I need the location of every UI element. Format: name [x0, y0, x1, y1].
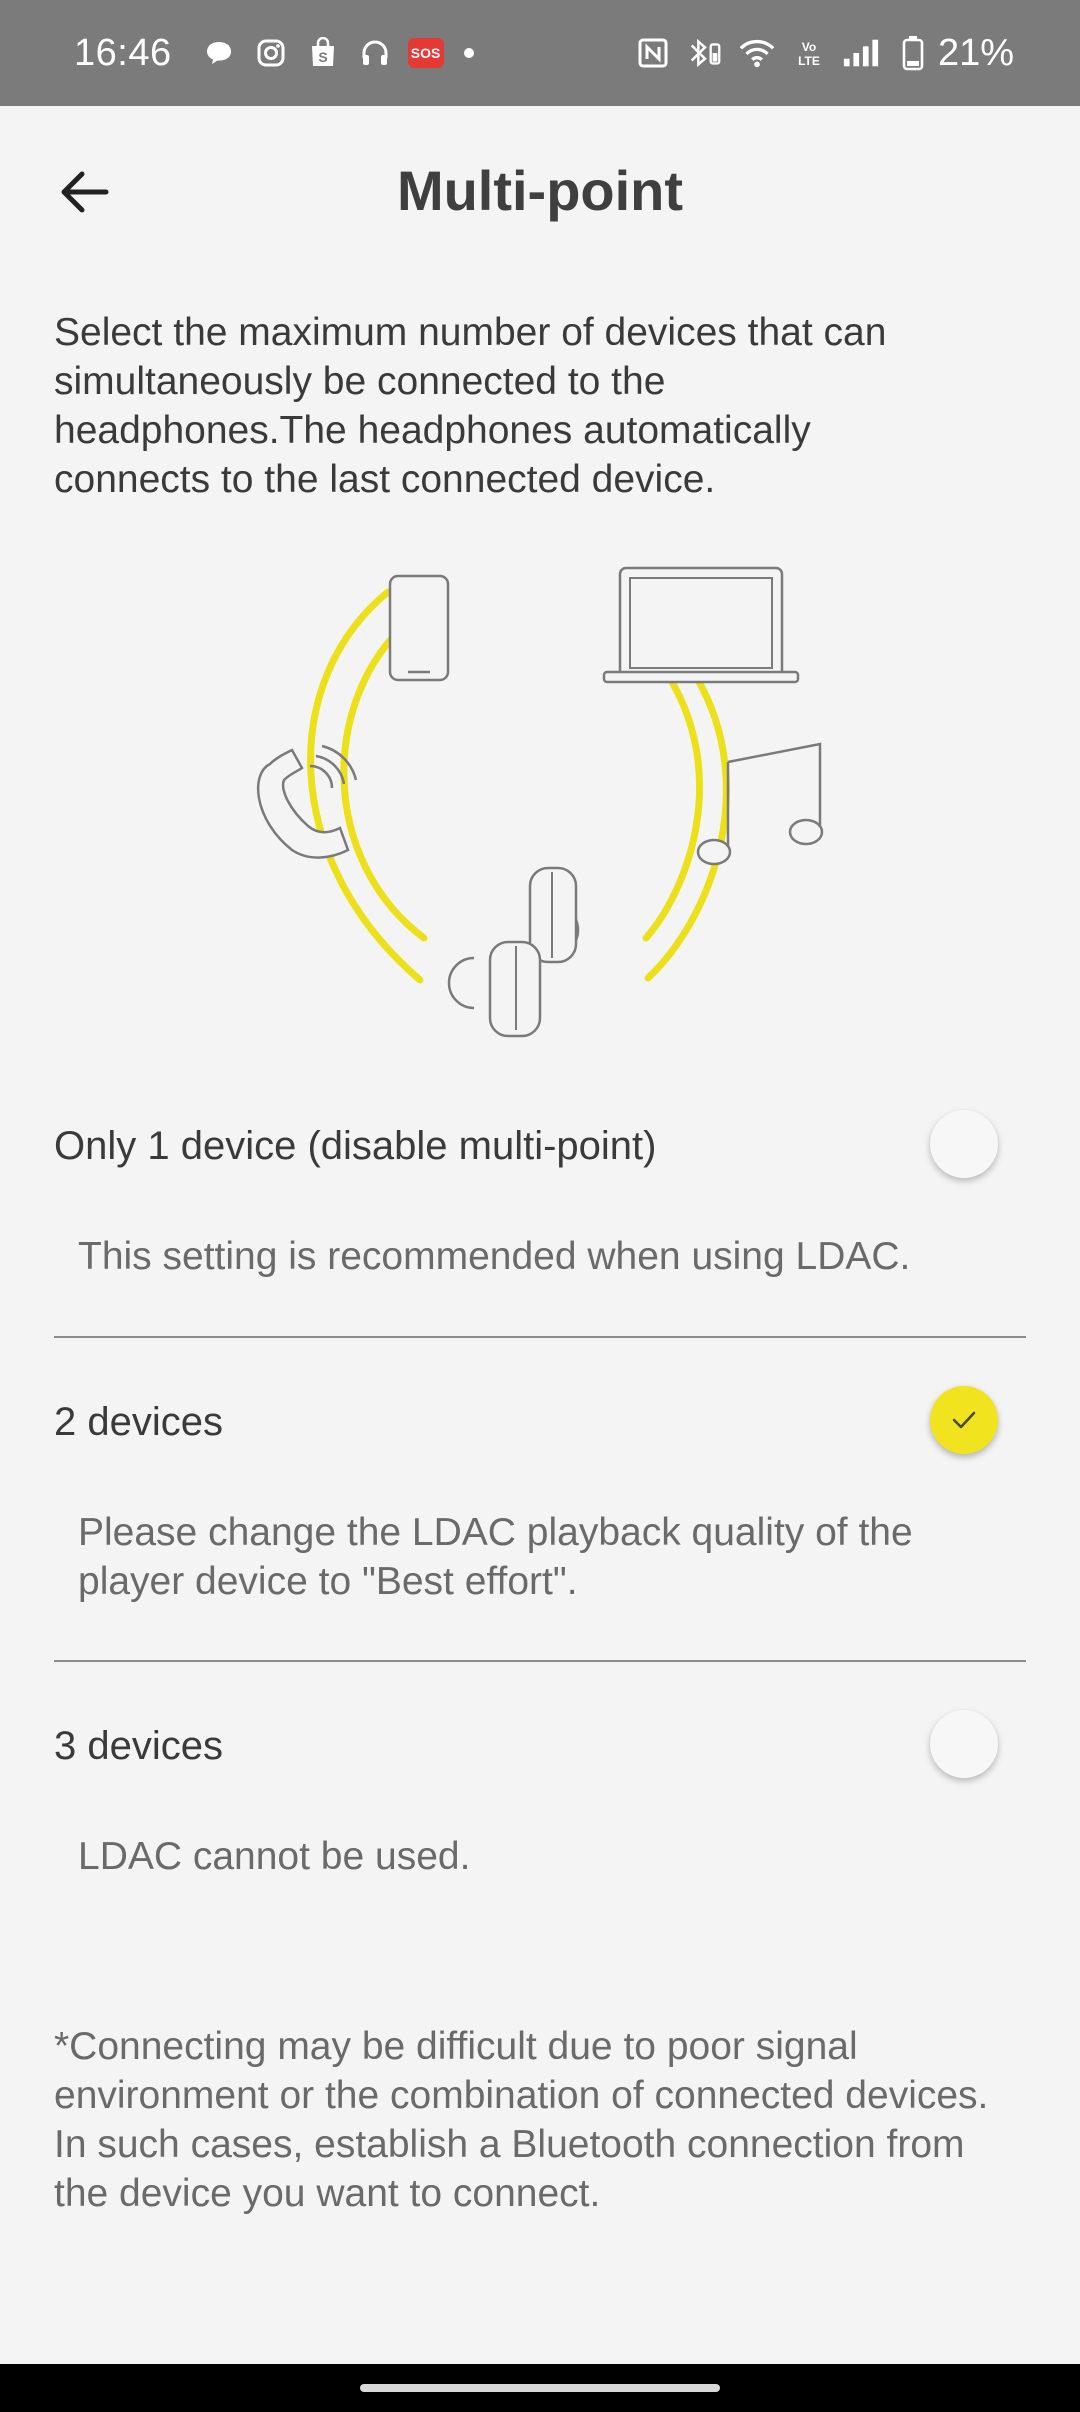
status-time: 16:46 — [74, 31, 172, 74]
sos-icon: SOS — [407, 38, 444, 68]
option-note: Please change the LDAC playback quality … — [78, 1511, 913, 1603]
laptop-icon — [602, 566, 800, 684]
headphones-icon — [356, 34, 394, 72]
option-note: This setting is recommended when using L… — [78, 1235, 911, 1278]
instagram-icon — [252, 34, 290, 72]
nfc-icon — [634, 34, 672, 72]
bluetooth-battery-icon — [686, 34, 724, 72]
divider — [54, 1660, 1026, 1662]
multipoint-illustration — [240, 560, 840, 1040]
option-only-1-device[interactable]: Only 1 device (disable multi-point) — [54, 1110, 1026, 1190]
home-gesture-handle[interactable] — [360, 2384, 720, 2392]
app-header: Multi-point — [0, 106, 1080, 276]
svg-text:LTE: LTE — [798, 54, 820, 68]
description-text: Select the maximum number of devices tha… — [54, 311, 887, 501]
battery-icon — [894, 34, 932, 72]
radio-button-3-devices[interactable] — [930, 1710, 998, 1778]
wifi-icon — [738, 34, 776, 72]
footnote-text: *Connecting may be difficult due to poor… — [54, 2025, 989, 2215]
radio-button-2-devices[interactable] — [930, 1386, 998, 1454]
smartphone-icon — [388, 574, 450, 682]
option-label: Only 1 device (disable multi-point) — [54, 1124, 657, 1168]
checkmark-icon — [952, 1411, 976, 1429]
option-label: 2 devices — [54, 1400, 223, 1444]
signal-icon — [842, 34, 880, 72]
option-label: 3 devices — [54, 1724, 223, 1768]
radio-button-only-1-device[interactable] — [930, 1110, 998, 1178]
page-title: Multi-point — [396, 159, 684, 222]
shopping-bag-icon: S — [304, 34, 342, 72]
music-note-icon — [696, 742, 824, 866]
battery-percent: 21% — [937, 31, 1014, 74]
dot-icon — [463, 48, 474, 58]
earbuds-icon — [447, 866, 580, 1038]
status-left: 16:46 S SOS — [74, 32, 474, 75]
status-right: Vo LTE 21% — [634, 32, 1014, 75]
system-navigation-bar — [0, 2364, 1080, 2412]
volte-icon: Vo LTE — [790, 34, 828, 72]
option-2-devices[interactable]: 2 devices — [54, 1386, 1026, 1466]
status-bar: 16:46 S SOS Vo LTE 21% — [0, 0, 1080, 106]
chat-bubble-icon — [200, 34, 238, 72]
svg-text:Vo: Vo — [802, 40, 816, 54]
option-note: LDAC cannot be used. — [78, 1835, 471, 1878]
svg-text:S: S — [318, 49, 327, 65]
divider — [54, 1336, 1026, 1338]
option-3-devices[interactable]: 3 devices — [54, 1710, 1026, 1790]
